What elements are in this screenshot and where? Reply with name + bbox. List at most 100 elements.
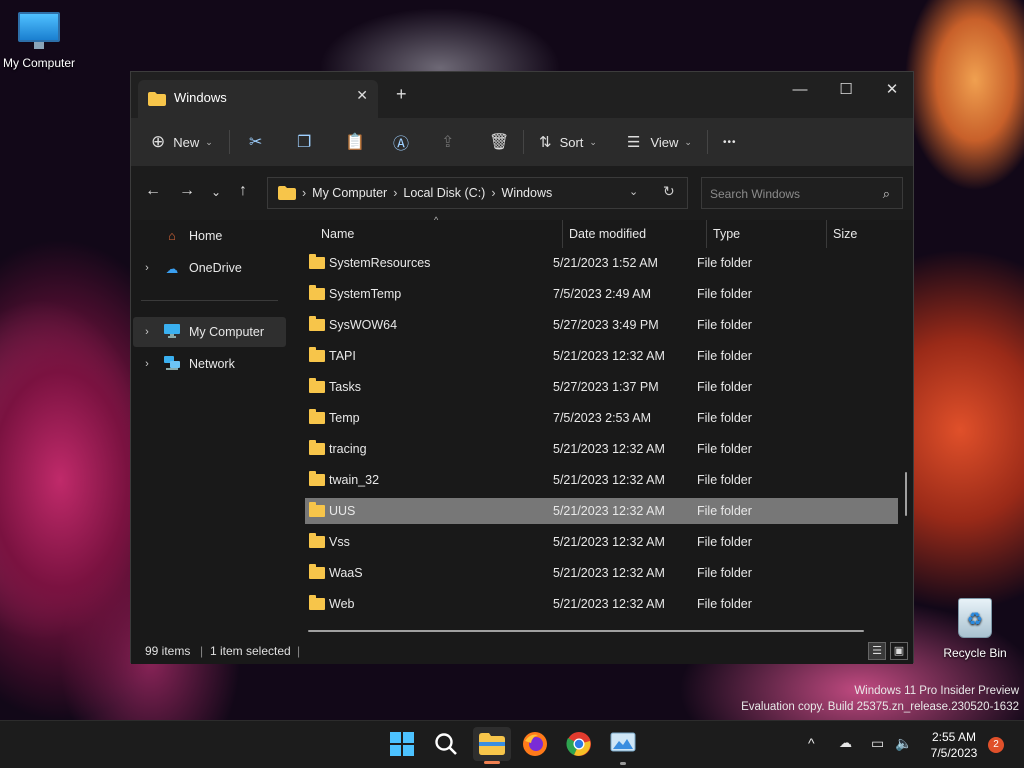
table-row[interactable]: Tasks 5/27/2023 1:37 PM File folder xyxy=(305,374,898,400)
cut-button[interactable]: ✂ xyxy=(249,118,262,166)
cloud-offline-icon[interactable]: ☁ xyxy=(839,735,852,751)
file-type: File folder xyxy=(697,473,752,487)
table-row[interactable]: SystemTemp 7/5/2023 2:49 AM File folder xyxy=(305,281,898,307)
file-date-modified: 5/21/2023 1:52 AM xyxy=(553,256,658,270)
table-row[interactable]: Web 5/21/2023 12:32 AM File folder xyxy=(305,591,898,617)
horizontal-scrollbar[interactable] xyxy=(308,630,864,632)
sidebar-item-my-computer[interactable]: › My Computer xyxy=(133,317,286,347)
table-row[interactable]: SystemResources 5/21/2023 1:52 AM File fol… xyxy=(305,250,898,276)
paste-icon: 📋 xyxy=(345,134,365,151)
table-row[interactable]: Temp 7/5/2023 2:53 AM File folder xyxy=(305,405,898,431)
file-date-modified: 5/21/2023 12:32 AM xyxy=(553,566,665,580)
up-button[interactable]: ↑ xyxy=(239,182,247,200)
table-row[interactable]: Vss 5/21/2023 12:32 AM File folder xyxy=(305,529,898,555)
breadcrumb-windows[interactable]: Windows xyxy=(502,186,553,200)
folder-icon xyxy=(309,440,325,455)
expand-chevron-icon[interactable]: › xyxy=(133,358,161,370)
rename-button[interactable]: Ⓐ xyxy=(393,118,409,166)
sort-ascending-icon: ^ xyxy=(434,215,439,225)
table-row[interactable]: UUS 5/21/2023 12:32 AM File folder xyxy=(305,498,898,524)
search-input[interactable]: Search Windows xyxy=(710,187,800,201)
folder-icon xyxy=(309,471,325,486)
taskbar-chrome[interactable] xyxy=(566,731,594,759)
new-button[interactable]: ⊕ New ⌄ xyxy=(151,118,213,166)
breadcrumb-local-disk[interactable]: Local Disk (C:) xyxy=(403,186,485,200)
file-explorer-window: Windows ✕ + — ☐ ✕ ⊕ New ⌄ ✂ ❐ 📋 Ⓐ ⇪ 🗑 ⇅ … xyxy=(130,71,915,664)
file-type: File folder xyxy=(697,535,752,549)
new-tab-button[interactable]: + xyxy=(396,84,407,105)
sort-button[interactable]: ⇅ Sort ⌄ xyxy=(539,118,597,166)
table-row[interactable]: WaaS 5/21/2023 12:32 AM File folder xyxy=(305,560,898,586)
scissors-icon: ✂ xyxy=(249,134,263,151)
close-tab-button[interactable]: ✕ xyxy=(356,87,368,104)
maximize-button[interactable]: ☐ xyxy=(823,76,869,106)
taskbar-file-explorer[interactable] xyxy=(473,727,511,764)
show-hidden-icons-button[interactable]: ^ xyxy=(808,735,815,751)
column-size[interactable]: Size xyxy=(833,227,857,241)
plus-circle-icon: ⊕ xyxy=(151,132,166,151)
start-button[interactable] xyxy=(389,731,417,759)
delete-button[interactable]: 🗑 xyxy=(489,118,509,166)
sidebar-item-home[interactable]: ⌂ Home xyxy=(133,221,286,251)
close-window-button[interactable]: ✕ xyxy=(869,76,915,106)
sidebar-item-label: My Computer xyxy=(189,325,265,339)
recent-locations-button[interactable]: ⌄ xyxy=(211,185,221,199)
toolbar-divider xyxy=(523,130,524,154)
file-name: Temp xyxy=(329,411,360,425)
table-row[interactable]: twain_32 5/21/2023 12:32 AM File folder xyxy=(305,467,898,493)
expand-chevron-icon[interactable]: › xyxy=(133,262,161,274)
share-button[interactable]: ⇪ xyxy=(441,118,454,166)
vertical-scrollbar[interactable] xyxy=(905,472,907,516)
copy-button[interactable]: ❐ xyxy=(297,118,311,166)
search-box[interactable]: Search Windows ⌕ xyxy=(701,177,903,209)
desktop-my-computer[interactable]: My Computer xyxy=(0,12,81,70)
details-view-button[interactable]: ☰ xyxy=(868,642,886,660)
view-button[interactable]: ☰ View ⌄ xyxy=(627,118,692,166)
column-type[interactable]: Type xyxy=(713,227,740,241)
back-button[interactable]: ← xyxy=(145,182,161,200)
breadcrumb-my-computer[interactable]: My Computer xyxy=(312,186,387,200)
selected-count: 1 item selected xyxy=(210,644,291,658)
sidebar-item-onedrive[interactable]: › ☁ OneDrive xyxy=(133,253,286,283)
address-dropdown-button[interactable]: ⌄ xyxy=(629,185,638,198)
minimize-button[interactable]: — xyxy=(777,76,823,106)
network-status-icon[interactable]: ▭ xyxy=(871,735,884,752)
active-app-indicator xyxy=(484,761,500,764)
tab-windows[interactable]: Windows ✕ xyxy=(138,80,378,118)
notification-badge[interactable]: 2 xyxy=(988,737,1004,753)
column-separator[interactable] xyxy=(826,220,827,248)
refresh-button[interactable]: ↻ xyxy=(663,183,675,200)
table-row[interactable]: TAPI 5/21/2023 12:32 AM File folder xyxy=(305,343,898,369)
monitor-icon xyxy=(18,12,60,49)
column-separator[interactable] xyxy=(562,220,563,248)
file-type: File folder xyxy=(697,256,752,270)
volume-icon[interactable]: 🔈 xyxy=(895,735,912,752)
file-date-modified: 5/21/2023 12:32 AM xyxy=(553,535,665,549)
file-name: Web xyxy=(329,597,355,611)
column-date-modified[interactable]: Date modified xyxy=(569,227,646,241)
file-name: tracing xyxy=(329,442,367,456)
column-separator[interactable] xyxy=(706,220,707,248)
clock[interactable]: 2:55 AM 7/5/2023 xyxy=(924,729,984,761)
desktop-recycle-bin[interactable]: ♻ Recycle Bin xyxy=(933,598,1017,660)
file-type: File folder xyxy=(697,380,752,394)
table-row[interactable]: SysWOW64 5/27/2023 3:49 PM File folder xyxy=(305,312,898,338)
column-name[interactable]: Name xyxy=(321,227,354,241)
more-options-button[interactable]: ••• xyxy=(723,118,737,166)
paste-button[interactable]: 📋 xyxy=(345,118,365,166)
expand-chevron-icon[interactable]: › xyxy=(133,326,161,338)
new-button-label: New xyxy=(173,134,200,150)
file-type: File folder xyxy=(697,349,752,363)
folder-icon xyxy=(309,564,325,579)
taskbar-photos[interactable] xyxy=(610,731,638,765)
chevron-right-icon: › xyxy=(302,186,307,200)
tiles-view-button[interactable]: ▣ xyxy=(890,642,908,660)
table-row[interactable]: tracing 5/21/2023 12:32 AM File folder xyxy=(305,436,898,462)
taskbar-firefox[interactable] xyxy=(522,731,550,759)
address-bar[interactable]: › My Computer › Local Disk (C:) › Window… xyxy=(267,177,688,209)
forward-button[interactable]: → xyxy=(179,182,195,200)
search-button[interactable] xyxy=(433,731,461,759)
folder-icon xyxy=(309,378,325,393)
sidebar-item-network[interactable]: › Network xyxy=(133,349,286,379)
sort-button-label: Sort xyxy=(559,134,584,150)
